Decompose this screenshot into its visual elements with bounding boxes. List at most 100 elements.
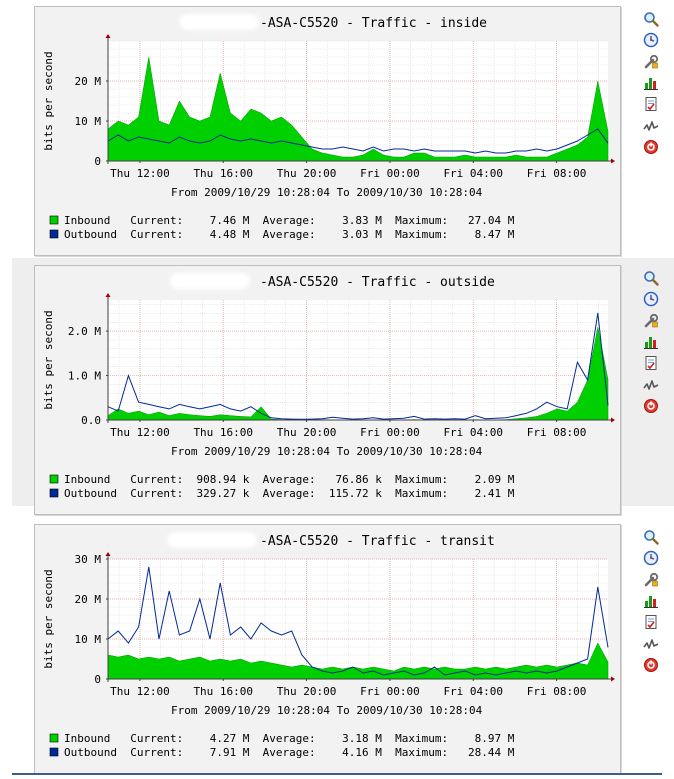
x-tick-label: Thu 12:00 [110,685,170,698]
y-tick-label: 10 M [75,633,102,646]
outbound-legend-text: Outbound Current: 7.91 M Average: 4.16 M… [64,746,515,759]
zoom-icon-glyph [644,12,659,27]
graph-type-icon-glyph [644,595,658,608]
trend-icon-glyph [643,379,659,390]
remove-icon[interactable] [641,138,663,156]
x-axis-arrow [611,158,615,164]
inbound-legend-swatch [49,215,59,225]
properties-icon[interactable] [641,53,663,71]
x-tick-label: Thu 16:00 [193,426,253,439]
y-axis-label: bits per second [42,569,55,668]
graph-title: -ASA-C5520 - Traffic - outside [260,275,495,290]
x-tick-label: Fri 00:00 [360,685,420,698]
y-tick-label: 20 M [75,593,102,606]
report-icon[interactable] [641,95,663,113]
y-tick-label: 1.0 M [68,370,101,383]
graph-type-icon-glyph [644,336,658,349]
graph-type-icon[interactable] [641,74,663,92]
x-tick-label: Fri 04:00 [443,167,503,180]
graph-panel-outside: -ASA-C5520 - Traffic - outside bits per s… [34,265,621,515]
remove-icon[interactable] [641,656,663,674]
x-tick-label: Fri 08:00 [527,426,587,439]
x-tick-label: Fri 08:00 [527,167,587,180]
y-axis-arrow [105,552,111,556]
y-axis-arrow [105,293,111,297]
timeshift-icon-glyph [643,33,659,48]
redacted-hostname [167,532,257,548]
graph-panel-transit: -ASA-C5520 - Traffic - transit bits per s… [34,524,621,774]
x-tick-label: Thu 16:00 [193,167,253,180]
properties-icon[interactable] [641,571,663,589]
outbound-legend-swatch [49,229,59,239]
x-axis-arrow [611,676,615,682]
remove-icon-glyph [644,398,658,413]
properties-icon-glyph [644,572,659,586]
y-tick-label: 30 M [75,553,102,566]
x-tick-label: Fri 04:00 [443,685,503,698]
timeshift-icon[interactable] [641,31,663,49]
remove-icon-glyph [644,657,658,672]
zoom-icon[interactable] [641,269,663,287]
remove-icon-glyph [644,139,658,154]
x-tick-label: Fri 04:00 [443,426,503,439]
trend-icon-glyph [643,638,659,649]
y-tick-label: 0 [94,673,101,686]
inbound-legend-swatch [49,474,59,484]
trend-icon[interactable] [641,635,663,653]
x-tick-label: Fri 00:00 [360,426,420,439]
properties-icon[interactable] [641,312,663,330]
zoom-icon[interactable] [641,528,663,546]
report-icon-glyph [645,356,657,371]
time-range-text: From 2009/10/29 10:28:04 To 2009/10/30 1… [171,704,483,717]
x-tick-label: Fri 00:00 [360,167,420,180]
outbound-legend-text: Outbound Current: 4.48 M Average: 3.03 M… [64,228,515,241]
properties-icon-glyph [644,313,659,327]
time-range-text: From 2009/10/29 10:28:04 To 2009/10/30 1… [171,186,483,199]
timeshift-icon-glyph [643,292,659,307]
zoom-icon-glyph [644,530,659,545]
timeshift-icon[interactable] [641,549,663,567]
inbound-legend-text: Inbound Current: 908.94 k Average: 76.86… [64,473,515,486]
graph-panel-inside: -ASA-C5520 - Traffic - inside bits per se… [34,6,621,256]
inbound-legend-text: Inbound Current: 4.27 M Average: 3.18 M … [64,732,515,745]
timeshift-icon[interactable] [641,290,663,308]
report-icon-glyph [645,615,657,630]
outbound-legend-swatch [49,488,59,498]
report-icon-glyph [645,97,657,112]
y-axis-label: bits per second [42,310,55,409]
inbound-legend-text: Inbound Current: 7.46 M Average: 3.83 M … [64,214,515,227]
zoom-icon-glyph [644,271,659,286]
x-tick-label: Thu 20:00 [277,685,337,698]
trend-icon[interactable] [641,376,663,394]
x-tick-label: Thu 12:00 [110,426,170,439]
y-tick-label: 0.0 [81,414,101,427]
graph-canvas-inside: -ASA-C5520 - Traffic - inside bits per se… [42,16,615,241]
inbound-legend-swatch [49,733,59,743]
y-tick-label: 10 M [75,115,102,128]
x-axis-arrow [611,417,615,423]
y-axis-label: bits per second [42,51,55,150]
graph-canvas-transit: -ASA-C5520 - Traffic - transit bits per s… [42,534,615,759]
trend-icon-glyph [643,120,659,131]
y-tick-label: 20 M [75,75,102,88]
remove-icon[interactable] [641,397,663,415]
y-tick-label: 2.0 M [68,325,101,338]
redacted-hostname [170,273,250,289]
trend-icon[interactable] [641,117,663,135]
x-tick-label: Thu 12:00 [110,167,170,180]
y-tick-label: 0 [94,155,101,168]
x-tick-label: Thu 20:00 [277,426,337,439]
timeshift-icon-glyph [643,551,659,566]
report-icon[interactable] [641,354,663,372]
graph-type-icon[interactable] [641,592,663,610]
outbound-legend-text: Outbound Current: 329.27 k Average: 115.… [64,487,515,500]
x-tick-label: Thu 20:00 [277,167,337,180]
outbound-legend-swatch [49,747,59,757]
graph-type-icon[interactable] [641,333,663,351]
graph-type-icon-glyph [644,77,658,90]
graph-title: -ASA-C5520 - Traffic - inside [260,16,487,31]
report-icon[interactable] [641,613,663,631]
zoom-icon[interactable] [641,10,663,28]
properties-icon-glyph [644,54,659,68]
redacted-hostname [179,14,259,30]
